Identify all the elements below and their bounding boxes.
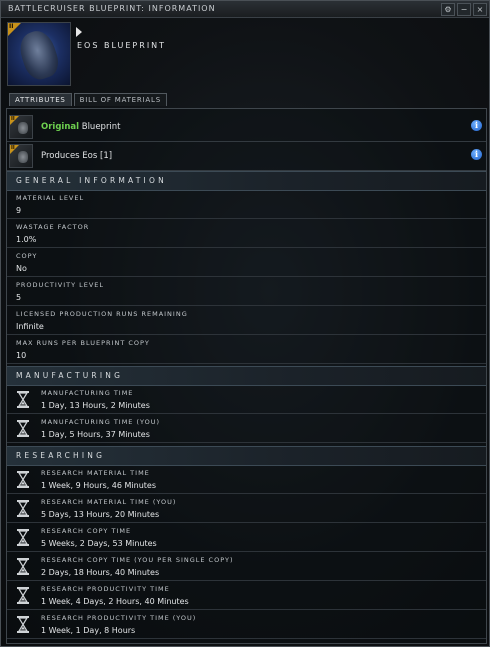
produces-text: Produces Eos [1] <box>41 151 113 161</box>
time-row: MANUFACTURING TIME 1 Day, 13 Hours, 2 Mi… <box>7 385 486 414</box>
blueprint-name: EOS BLUEPRINT <box>77 41 167 50</box>
blueprint-header: II EOS BLUEPRINT <box>1 18 489 90</box>
section-general-information: GENERAL INFORMATION <box>7 171 486 191</box>
attribute-label: WASTAGE FACTOR <box>16 223 90 231</box>
attribute-label: COPY <box>16 252 38 260</box>
blueprint-icon[interactable]: II <box>9 115 33 139</box>
time-row: RESEARCH MATERIAL TIME 1 Week, 9 Hours, … <box>7 465 486 494</box>
info-icon[interactable]: i <box>471 120 482 131</box>
section-researching: RESEARCHING <box>7 446 486 466</box>
time-value: 1 Day, 13 Hours, 2 Minutes <box>41 401 150 410</box>
attribute-label: MAX RUNS PER BLUEPRINT COPY <box>16 339 150 347</box>
blueprint-type-text: Original Blueprint <box>41 122 121 132</box>
ship-thumbnail <box>18 151 28 163</box>
ship-hull-image <box>15 26 63 84</box>
time-label: RESEARCH COPY TIME <box>41 527 132 535</box>
attribute-value: No <box>16 264 27 273</box>
attribute-row: MATERIAL LEVEL 9 <box>7 190 486 219</box>
play-arrow-icon[interactable] <box>76 27 82 37</box>
attribute-row: COPY No <box>7 248 486 277</box>
window-controls: ⚙ − × <box>441 3 487 16</box>
info-window: BATTLECRUISER BLUEPRINT: INFORMATION ⚙ −… <box>0 0 490 647</box>
time-label: MANUFACTURING TIME (YOU) <box>41 418 161 426</box>
time-row: MANUFACTURING TIME (YOU) 1 Day, 5 Hours,… <box>7 414 486 443</box>
window-title: BATTLECRUISER BLUEPRINT: INFORMATION <box>8 4 216 13</box>
time-row: RESEARCH COPY TIME 5 Weeks, 2 Days, 53 M… <box>7 523 486 552</box>
original-label: Original <box>41 122 80 132</box>
time-label: MANUFACTURING TIME <box>41 389 134 397</box>
time-value: 1 Week, 9 Hours, 46 Minutes <box>41 481 157 490</box>
time-label: RESEARCH MATERIAL TIME <box>41 469 150 477</box>
attribute-row: LICENSED PRODUCTION RUNS REMAINING Infin… <box>7 306 486 335</box>
minimize-icon[interactable]: − <box>457 3 471 16</box>
tab-bar: ATTRIBUTES BILL OF MATERIALS <box>9 93 167 107</box>
time-value: 1 Day, 5 Hours, 37 Minutes <box>41 430 150 439</box>
time-row: RESEARCH PRODUCTIVITY TIME (YOU) 1 Week,… <box>7 610 486 639</box>
tech-ii-badge: II <box>10 116 19 125</box>
attribute-label: LICENSED PRODUCTION RUNS REMAINING <box>16 310 188 318</box>
time-row: RESEARCH PRODUCTIVITY TIME 1 Week, 4 Day… <box>7 581 486 610</box>
attribute-value: 1.0% <box>16 235 37 244</box>
attributes-panel: II Original Blueprint i II Produces Eos … <box>6 108 487 644</box>
hourglass-icon <box>17 558 29 575</box>
section-title: GENERAL INFORMATION <box>16 176 167 185</box>
ship-thumbnail <box>18 122 28 134</box>
time-row: RESEARCH COPY TIME (YOU PER SINGLE COPY)… <box>7 552 486 581</box>
close-icon[interactable]: × <box>473 3 487 16</box>
time-value: 1 Week, 1 Day, 8 Hours <box>41 626 136 635</box>
hourglass-icon <box>17 616 29 633</box>
hourglass-icon <box>17 420 29 437</box>
attribute-value: Infinite <box>16 322 44 331</box>
title-bar[interactable]: BATTLECRUISER BLUEPRINT: INFORMATION ⚙ −… <box>1 1 489 18</box>
time-value: 5 Days, 13 Hours, 20 Minutes <box>41 510 160 519</box>
time-label: RESEARCH PRODUCTIVITY TIME <box>41 585 170 593</box>
hourglass-icon <box>17 500 29 517</box>
attribute-label: PRODUCTIVITY LEVEL <box>16 281 105 289</box>
hourglass-icon <box>17 471 29 488</box>
eos-blueprint-icon[interactable]: II <box>7 22 71 86</box>
attribute-value: 10 <box>16 351 27 360</box>
info-icon[interactable]: i <box>471 149 482 160</box>
attribute-row: PRODUCTIVITY LEVEL 5 <box>7 277 486 306</box>
hourglass-icon <box>17 587 29 604</box>
tech-ii-badge: II <box>8 23 21 36</box>
time-value: 2 Days, 18 Hours, 40 Minutes <box>41 568 160 577</box>
tech-ii-badge: II <box>10 145 19 154</box>
attribute-value: 9 <box>16 206 22 215</box>
eos-ship-icon[interactable]: II <box>9 144 33 168</box>
tab-attributes[interactable]: ATTRIBUTES <box>9 93 72 106</box>
tab-bill-of-materials[interactable]: BILL OF MATERIALS <box>73 93 167 106</box>
time-label: RESEARCH PRODUCTIVITY TIME (YOU) <box>41 614 197 622</box>
attribute-label: MATERIAL LEVEL <box>16 194 85 202</box>
section-title: RESEARCHING <box>16 451 106 460</box>
attribute-row: MAX RUNS PER BLUEPRINT COPY 10 <box>7 335 486 364</box>
hourglass-icon <box>17 391 29 408</box>
settings-icon[interactable]: ⚙ <box>441 3 455 16</box>
blueprint-type-row: II Original Blueprint i <box>7 113 486 142</box>
section-title: MANUFACTURING <box>16 371 124 380</box>
time-label: RESEARCH COPY TIME (YOU PER SINGLE COPY) <box>41 556 234 564</box>
time-value: 5 Weeks, 2 Days, 53 Minutes <box>41 539 157 548</box>
time-label: RESEARCH MATERIAL TIME (YOU) <box>41 498 177 506</box>
time-row: RESEARCH MATERIAL TIME (YOU) 5 Days, 13 … <box>7 494 486 523</box>
attribute-row: WASTAGE FACTOR 1.0% <box>7 219 486 248</box>
blueprint-label: Blueprint <box>79 122 121 132</box>
hourglass-icon <box>17 529 29 546</box>
attribute-value: 5 <box>16 293 22 302</box>
produces-row: II Produces Eos [1] i <box>7 142 486 171</box>
section-manufacturing: MANUFACTURING <box>7 366 486 386</box>
time-value: 1 Week, 4 Days, 2 Hours, 40 Minutes <box>41 597 189 606</box>
